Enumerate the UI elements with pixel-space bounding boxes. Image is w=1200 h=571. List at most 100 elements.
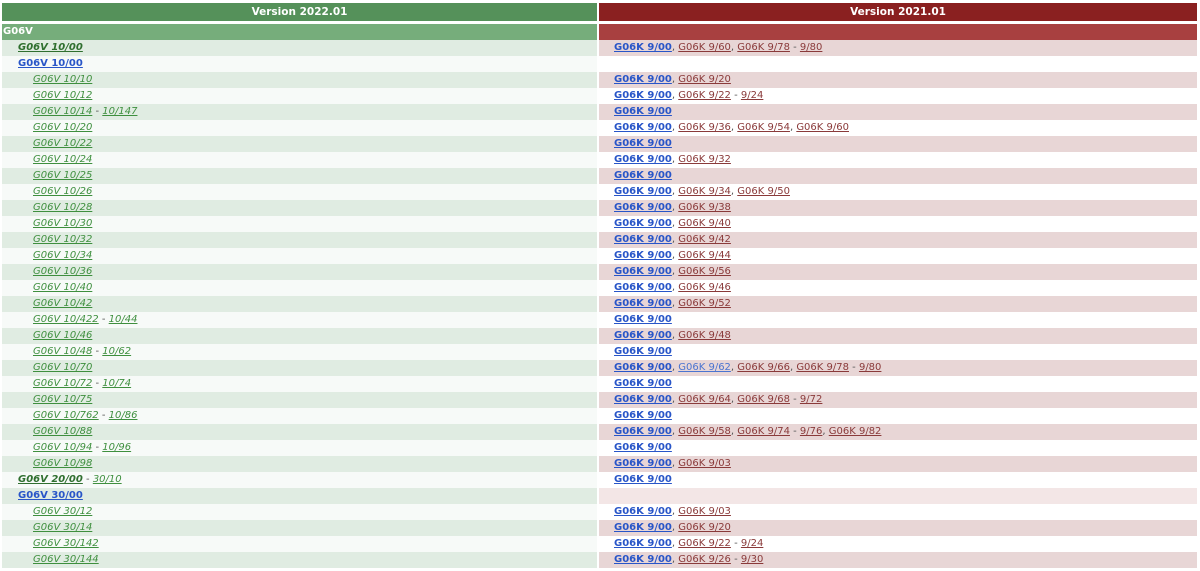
old-class-link[interactable]: G06K 9/00	[614, 298, 672, 309]
old-class-link[interactable]: G06K 9/00	[614, 154, 672, 165]
old-class-link[interactable]: G06K 9/82	[829, 426, 882, 437]
new-class-link[interactable]: G06V 10/12	[33, 90, 92, 101]
old-class-link[interactable]: G06K 9/00	[614, 42, 672, 53]
new-class-link[interactable]: G06V 10/40	[33, 282, 92, 293]
new-class-link[interactable]: G06V 10/36	[33, 266, 92, 277]
old-class-link[interactable]: G06K 9/48	[678, 330, 731, 341]
old-class-link[interactable]: G06K 9/78	[796, 362, 849, 373]
old-class-link[interactable]: 9/80	[859, 362, 881, 373]
old-class-link[interactable]: G06K 9/00	[614, 458, 672, 469]
new-class-link[interactable]: G06V 30/12	[33, 506, 92, 517]
old-class-link[interactable]: G06K 9/64	[678, 394, 731, 405]
old-class-link[interactable]: G06K 9/00	[614, 186, 672, 197]
old-class-link[interactable]: G06K 9/00	[614, 122, 672, 133]
old-class-link[interactable]: G06K 9/03	[678, 458, 731, 469]
old-class-link[interactable]: G06K 9/00	[614, 378, 672, 389]
old-class-link[interactable]: G06K 9/34	[678, 186, 731, 197]
old-class-link[interactable]: G06K 9/00	[614, 362, 672, 373]
new-class-link[interactable]: G06V 10/25	[33, 170, 92, 181]
old-class-link[interactable]: G06K 9/00	[614, 90, 672, 101]
old-class-link[interactable]: G06K 9/36	[678, 122, 731, 133]
new-class-link[interactable]: G06V 10/75	[33, 394, 92, 405]
old-class-link[interactable]: G06K 9/20	[678, 74, 731, 85]
old-class-link[interactable]: G06K 9/44	[678, 250, 731, 261]
old-class-link[interactable]: G06K 9/00	[614, 282, 672, 293]
old-class-link[interactable]: G06K 9/40	[678, 218, 731, 229]
old-class-link[interactable]: G06K 9/46	[678, 282, 731, 293]
old-class-link[interactable]: G06K 9/00	[614, 218, 672, 229]
new-class-link[interactable]: 10/62	[102, 346, 131, 357]
new-class-link[interactable]: G06V 10/14	[33, 106, 92, 117]
old-class-link[interactable]: G06K 9/00	[614, 330, 672, 341]
old-class-link[interactable]: G06K 9/00	[614, 314, 672, 325]
old-class-link[interactable]: G06K 9/00	[614, 74, 672, 85]
new-class-link[interactable]: G06V 10/26	[33, 186, 92, 197]
old-class-link[interactable]: G06K 9/78	[737, 42, 790, 53]
old-class-link[interactable]: G06K 9/00	[614, 506, 672, 517]
new-class-link[interactable]: G06V 10/00	[18, 42, 83, 53]
new-class-link[interactable]: G06V 10/24	[33, 154, 92, 165]
new-class-link[interactable]: 10/147	[102, 106, 137, 117]
new-class-link[interactable]: 10/74	[102, 378, 131, 389]
old-class-link[interactable]: G06K 9/00	[614, 554, 672, 565]
new-class-link[interactable]: G06V 10/88	[33, 426, 92, 437]
new-class-link[interactable]: G06V 30/00	[18, 490, 83, 501]
old-class-link[interactable]: G06K 9/22	[678, 90, 731, 101]
old-class-link[interactable]: 9/72	[800, 394, 822, 405]
old-class-link[interactable]: G06K 9/60	[796, 122, 849, 133]
old-class-link[interactable]: G06K 9/22	[678, 538, 731, 549]
old-class-link[interactable]: 9/30	[741, 554, 763, 565]
old-class-link[interactable]: G06K 9/00	[614, 410, 672, 421]
new-class-link[interactable]: G06V 30/14	[33, 522, 92, 533]
old-class-link[interactable]: G06K 9/26	[678, 554, 731, 565]
old-class-link[interactable]: G06K 9/60	[678, 42, 731, 53]
old-class-link[interactable]: 9/24	[741, 538, 763, 549]
old-class-link[interactable]: G06K 9/74	[737, 426, 790, 437]
old-class-link[interactable]: 9/80	[800, 42, 822, 53]
old-class-link[interactable]: G06K 9/50	[737, 186, 790, 197]
new-class-link[interactable]: G06V 10/22	[33, 138, 92, 149]
old-class-link[interactable]: G06K 9/00	[614, 474, 672, 485]
new-class-link[interactable]: G06V 10/46	[33, 330, 92, 341]
new-class-link[interactable]: G06V 10/30	[33, 218, 92, 229]
old-class-link[interactable]: G06K 9/58	[678, 426, 731, 437]
new-class-link[interactable]: G06V 10/00	[18, 58, 83, 69]
old-class-link[interactable]: G06K 9/00	[614, 234, 672, 245]
old-class-link[interactable]: G06K 9/66	[737, 362, 790, 373]
new-class-link[interactable]: G06V 10/48	[33, 346, 92, 357]
old-class-link[interactable]: G06K 9/32	[678, 154, 731, 165]
old-class-link[interactable]: G06K 9/00	[614, 394, 672, 405]
old-class-link[interactable]: G06K 9/00	[614, 202, 672, 213]
old-class-link[interactable]: G06K 9/54	[737, 122, 790, 133]
old-class-link[interactable]: 9/24	[741, 90, 763, 101]
new-class-link[interactable]: G06V 10/34	[33, 250, 92, 261]
new-class-link[interactable]: G06V 10/72	[33, 378, 92, 389]
new-class-link[interactable]: 30/10	[93, 474, 122, 485]
old-class-link[interactable]: G06K 9/00	[614, 426, 672, 437]
new-class-link[interactable]: G06V 30/144	[33, 554, 99, 565]
new-class-link[interactable]: G06V 10/762	[33, 410, 99, 421]
old-class-link[interactable]: 9/76	[800, 426, 822, 437]
new-class-link[interactable]: G06V 10/32	[33, 234, 92, 245]
old-class-link[interactable]: G06K 9/00	[614, 346, 672, 357]
old-class-link[interactable]: G06K 9/52	[678, 298, 731, 309]
new-class-link[interactable]: G06V 10/20	[33, 122, 92, 133]
old-class-link[interactable]: G06K 9/62	[678, 362, 731, 373]
new-class-link[interactable]: G06V 10/10	[33, 74, 92, 85]
new-class-link[interactable]: G06V 10/94	[33, 442, 92, 453]
old-class-link[interactable]: G06K 9/00	[614, 522, 672, 533]
old-class-link[interactable]: G06K 9/00	[614, 266, 672, 277]
new-class-link[interactable]: G06V 10/422	[33, 314, 99, 325]
new-class-link[interactable]: G06V 10/70	[33, 362, 92, 373]
old-class-link[interactable]: G06K 9/00	[614, 538, 672, 549]
new-class-link[interactable]: G06V 10/28	[33, 202, 92, 213]
new-class-link[interactable]: G06V 10/42	[33, 298, 92, 309]
old-class-link[interactable]: G06K 9/00	[614, 170, 672, 181]
new-class-link[interactable]: G06V 10/98	[33, 458, 92, 469]
old-class-link[interactable]: G06K 9/68	[737, 394, 790, 405]
old-class-link[interactable]: G06K 9/56	[678, 266, 731, 277]
new-class-link[interactable]: 10/86	[109, 410, 138, 421]
old-class-link[interactable]: G06K 9/38	[678, 202, 731, 213]
old-class-link[interactable]: G06K 9/03	[678, 506, 731, 517]
old-class-link[interactable]: G06K 9/20	[678, 522, 731, 533]
